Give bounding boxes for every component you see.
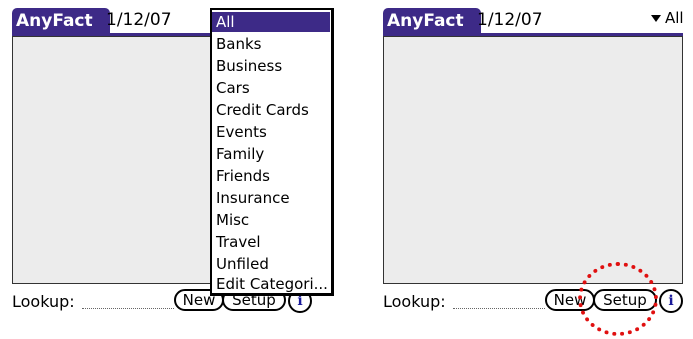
dropdown-item-family[interactable]: Family bbox=[216, 144, 264, 164]
lookup-input[interactable] bbox=[453, 308, 545, 309]
dropdown-item-travel[interactable]: Travel bbox=[216, 232, 261, 252]
setup-highlight-circle bbox=[578, 262, 658, 336]
dropdown-item-banks[interactable]: Banks bbox=[216, 34, 262, 54]
dropdown-item-credit-cards[interactable]: Credit Cards bbox=[216, 100, 309, 120]
dropdown-item-all[interactable]: All bbox=[212, 12, 330, 32]
lookup-input[interactable] bbox=[82, 308, 174, 309]
app-title: AnyFact bbox=[12, 8, 110, 34]
dropdown-item-edit-categories[interactable]: Edit Categori... bbox=[216, 274, 328, 294]
category-trigger[interactable]: All bbox=[651, 9, 684, 27]
dropdown-item-friends[interactable]: Friends bbox=[216, 166, 270, 186]
dropdown-item-insurance[interactable]: Insurance bbox=[216, 188, 290, 208]
triangle-down-icon bbox=[651, 15, 661, 22]
dropdown-item-business[interactable]: Business bbox=[216, 56, 282, 76]
info-icon[interactable]: i bbox=[659, 289, 683, 313]
records-list[interactable] bbox=[383, 36, 683, 284]
app-title: AnyFact bbox=[383, 8, 481, 34]
dropdown-item-unfiled[interactable]: Unfiled bbox=[216, 254, 269, 274]
dropdown-item-misc[interactable]: Misc bbox=[216, 210, 249, 230]
dropdown-item-events[interactable]: Events bbox=[216, 122, 267, 142]
category-dropdown[interactable]: All Banks Business Cars Credit Cards Eve… bbox=[210, 8, 334, 296]
left-screen: AnyFact 1/12/07 Lookup: New Setup i All … bbox=[0, 0, 334, 339]
date-label: 1/12/07 bbox=[477, 10, 543, 30]
dropdown-item-cars[interactable]: Cars bbox=[216, 78, 250, 98]
date-label: 1/12/07 bbox=[106, 10, 172, 30]
lookup-label: Lookup: bbox=[383, 292, 446, 311]
lookup-label: Lookup: bbox=[12, 292, 75, 311]
right-screen: AnyFact 1/12/07 All Lookup: New Setup i bbox=[371, 0, 693, 339]
category-label: All bbox=[665, 9, 684, 27]
